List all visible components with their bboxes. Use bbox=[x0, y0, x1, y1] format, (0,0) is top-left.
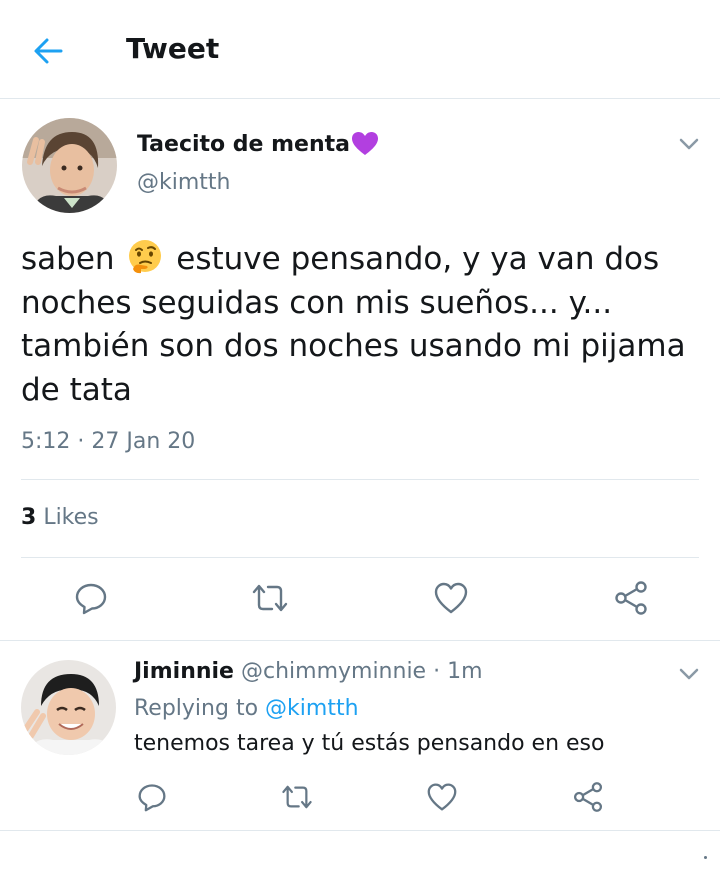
reply-reply-button[interactable] bbox=[127, 772, 177, 822]
reply-text: tenemos tarea y tú estás pensando en eso bbox=[134, 731, 605, 756]
reply-header: Jiminnie @chimmyminnie · 1m bbox=[134, 659, 483, 684]
likes-label: Likes bbox=[43, 505, 99, 530]
tweet-text-start: saben bbox=[21, 241, 115, 277]
purple-heart-icon bbox=[352, 132, 379, 155]
chevron-down-icon bbox=[679, 138, 699, 150]
author-name[interactable]: Taecito de menta bbox=[137, 131, 379, 157]
tweet-menu-button[interactable] bbox=[675, 134, 703, 154]
reply-button[interactable] bbox=[66, 573, 116, 623]
thinking-face-icon bbox=[129, 240, 162, 274]
reply-author-name[interactable]: Jiminnie bbox=[134, 659, 234, 684]
author-name-text: Taecito de menta bbox=[137, 131, 351, 157]
app-header: Tweet bbox=[0, 0, 720, 99]
like-icon bbox=[427, 783, 457, 811]
reply-avatar[interactable] bbox=[21, 660, 116, 755]
retweet-button[interactable] bbox=[245, 573, 295, 623]
arrow-left-icon bbox=[34, 38, 63, 64]
tweet-text-rest: estuve pensando, y ya van dos noches seg… bbox=[21, 241, 686, 408]
reply-share-button[interactable] bbox=[563, 772, 613, 822]
reply-retweet-button[interactable] bbox=[272, 772, 322, 822]
reply-menu-button[interactable] bbox=[675, 664, 703, 684]
section-divider bbox=[0, 830, 720, 831]
replying-to-mention[interactable]: @kimtth bbox=[265, 696, 358, 721]
divider bbox=[21, 557, 699, 558]
retweet-icon bbox=[252, 584, 288, 612]
tweet-timestamp[interactable]: 5:12 · 27 Jan 20 bbox=[21, 429, 195, 454]
divider bbox=[21, 479, 699, 480]
share-button[interactable] bbox=[606, 573, 656, 623]
reply-icon bbox=[75, 583, 107, 615]
like-icon bbox=[434, 582, 468, 614]
reply-like-button[interactable] bbox=[417, 772, 467, 822]
share-icon bbox=[573, 782, 603, 812]
replying-to: Replying to @kimtth bbox=[134, 696, 359, 721]
share-icon bbox=[615, 581, 647, 615]
author-handle[interactable]: @kimtth bbox=[137, 170, 230, 195]
avatar[interactable] bbox=[22, 118, 117, 213]
like-button[interactable] bbox=[426, 573, 476, 623]
likes-number: 3 bbox=[21, 505, 37, 530]
replying-to-label: Replying to bbox=[134, 696, 259, 721]
reply-icon bbox=[138, 784, 166, 812]
page-title: Tweet bbox=[126, 32, 220, 65]
tweet-text: saben estuve pensando, y ya van dos noch… bbox=[21, 238, 691, 412]
back-button[interactable] bbox=[22, 25, 74, 77]
likes-count[interactable]: 3 Likes bbox=[21, 505, 99, 530]
retweet-icon bbox=[282, 785, 312, 809]
reply-handle-time[interactable]: @chimmyminnie · 1m bbox=[241, 659, 483, 684]
chevron-down-icon bbox=[679, 668, 699, 680]
section-divider bbox=[0, 640, 720, 641]
scroll-indicator bbox=[704, 856, 707, 859]
